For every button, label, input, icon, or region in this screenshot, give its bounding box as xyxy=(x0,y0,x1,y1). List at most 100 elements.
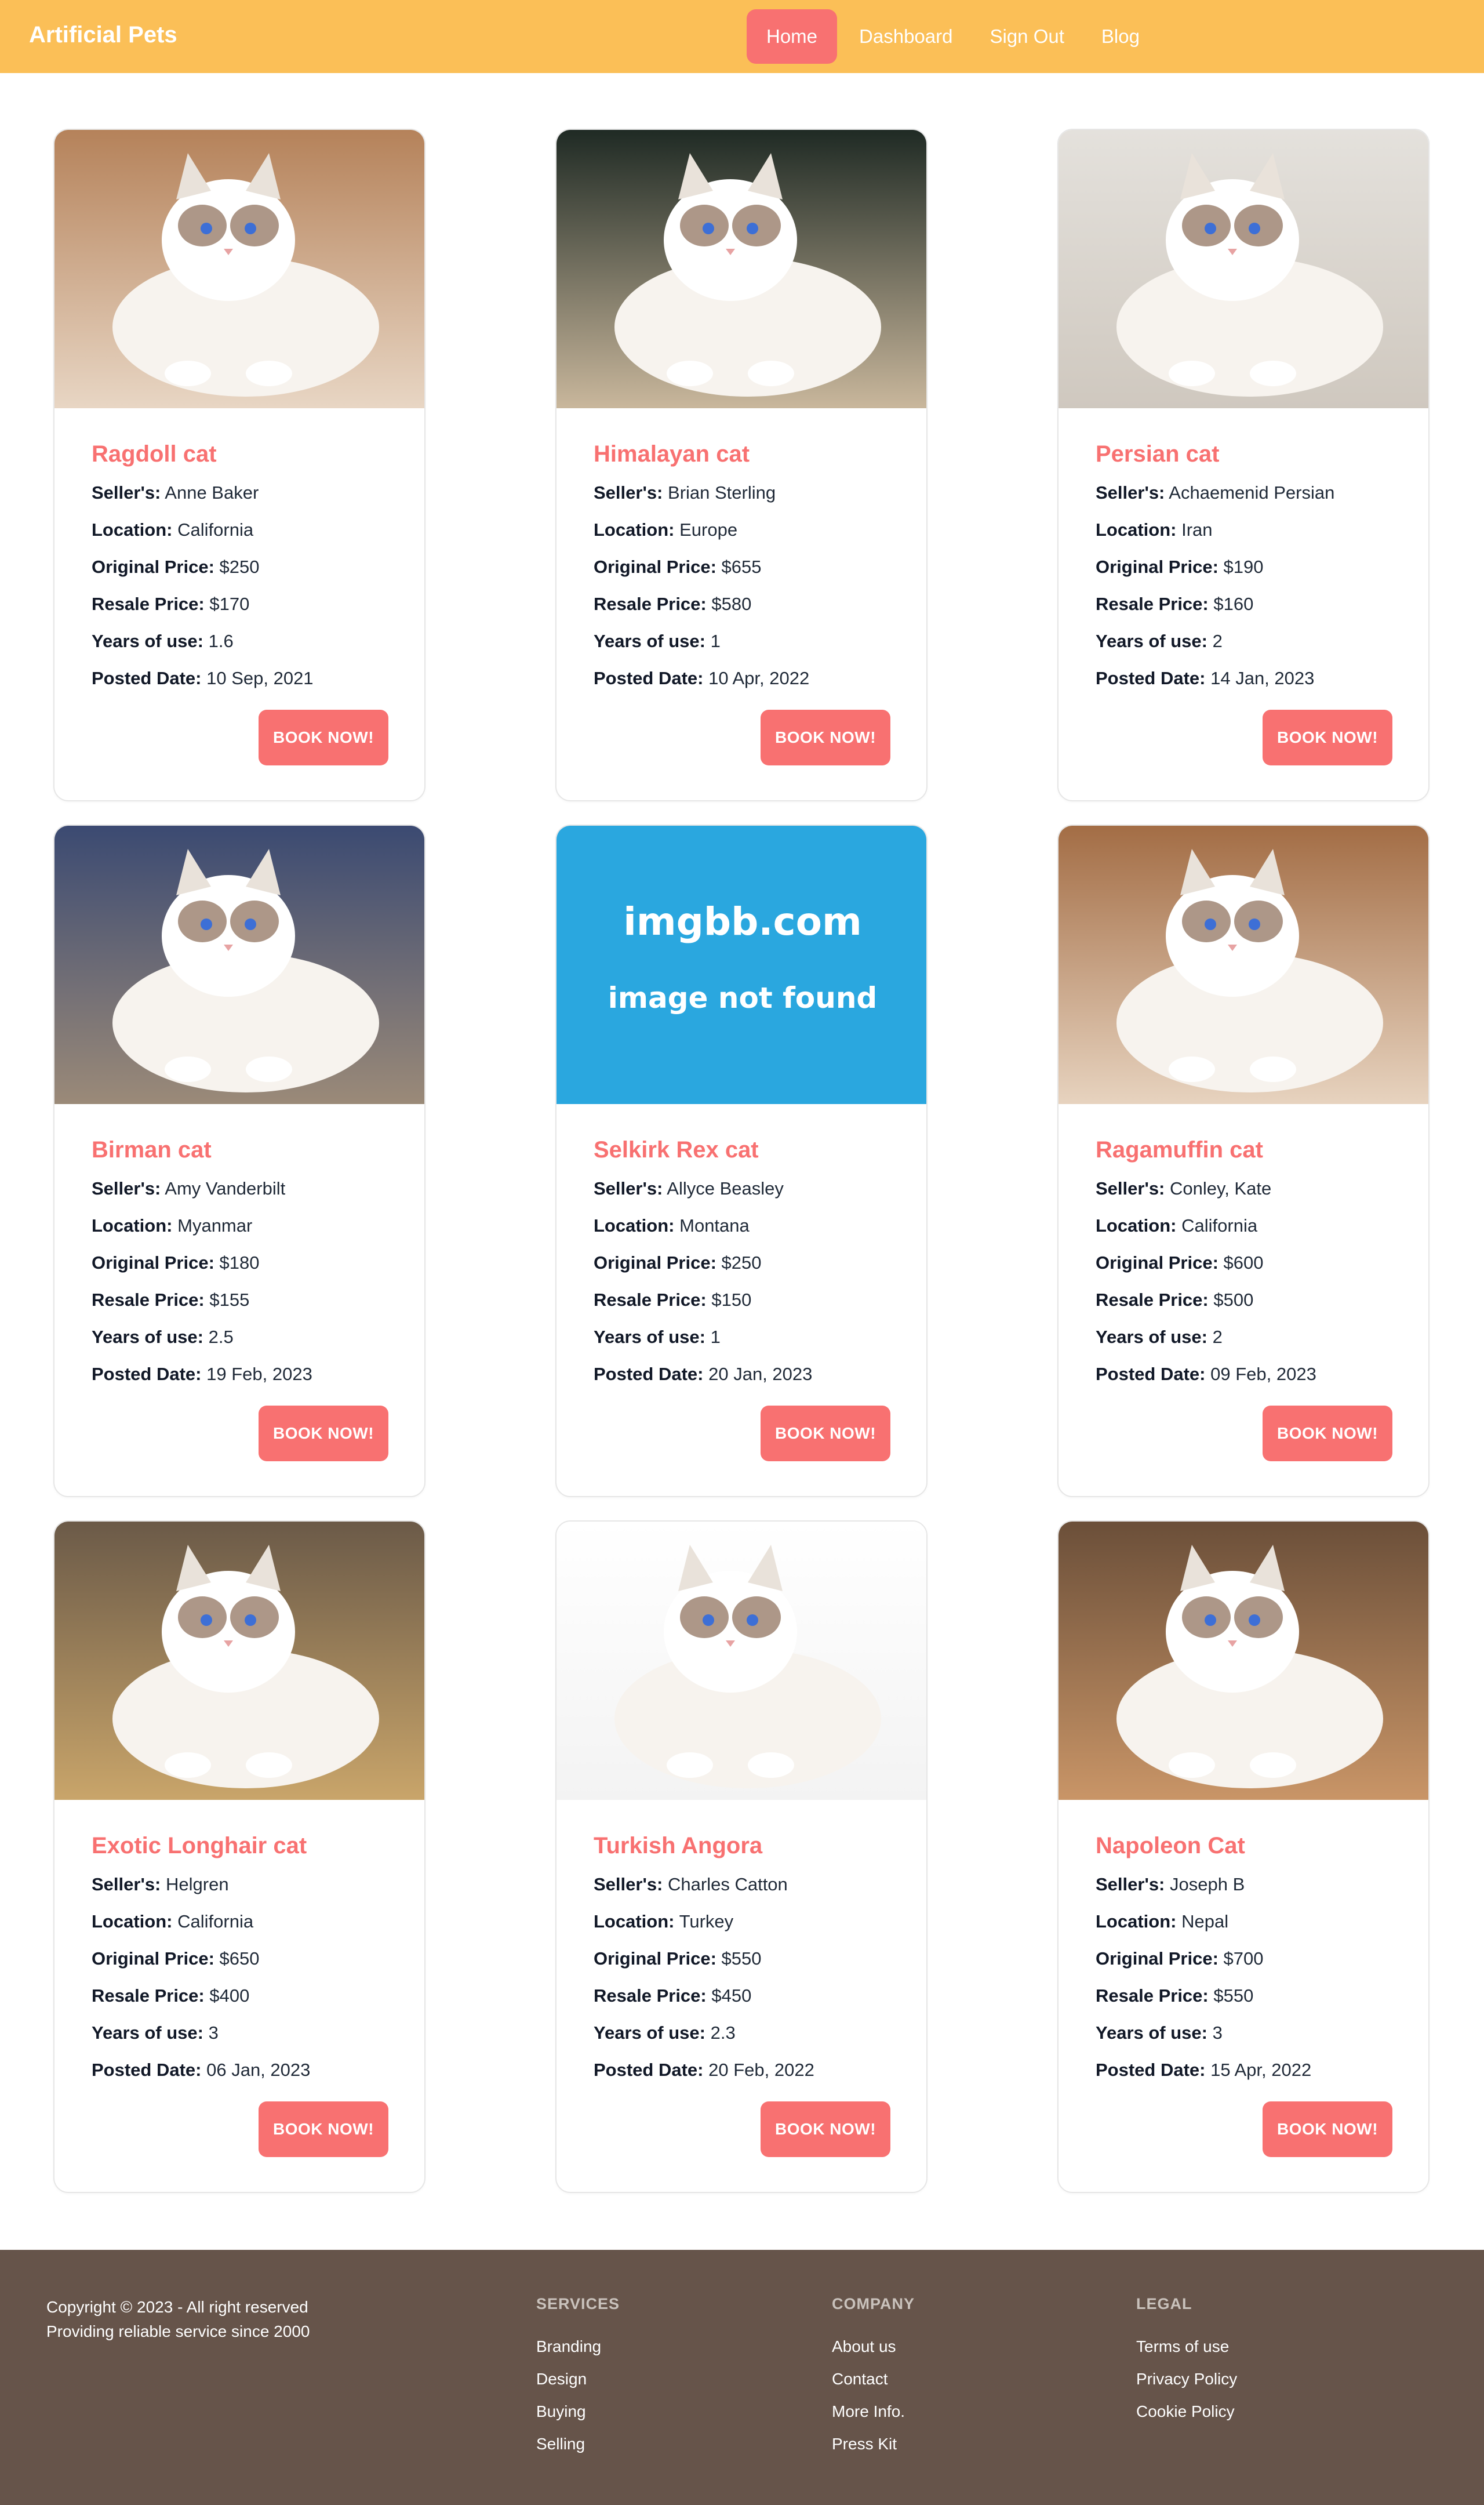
nav-blog[interactable]: Blog xyxy=(1083,9,1158,64)
book-now-button[interactable]: BOOK NOW! xyxy=(761,1406,890,1461)
original-price-row-label: Original Price: xyxy=(1096,1252,1219,1273)
resale-price-row: Resale Price: $550 xyxy=(1096,1977,1409,2014)
book-now-button[interactable]: BOOK NOW! xyxy=(259,2101,388,2157)
posted-date-row: Posted Date: 19 Feb, 2023 xyxy=(92,1356,405,1393)
product-card: Napoleon Cat Seller's: Joseph B Location: … xyxy=(1057,1520,1430,2193)
resale-price-row-label: Resale Price: xyxy=(1096,1985,1209,2006)
seller-row-label: Seller's: xyxy=(92,1178,161,1199)
years-row-label: Years of use: xyxy=(1096,631,1207,651)
posted-date-row: Posted Date: 09 Feb, 2023 xyxy=(1096,1356,1409,1393)
services-heading: SERVICES xyxy=(536,2295,620,2312)
resale-price-row-value: $155 xyxy=(209,1290,250,1310)
book-now-button[interactable]: BOOK NOW! xyxy=(259,710,388,765)
original-price-row-value: $550 xyxy=(721,1948,762,1969)
nav-home[interactable]: Home xyxy=(747,9,838,64)
resale-price-row-value: $170 xyxy=(209,594,250,614)
resale-price-row-label: Resale Price: xyxy=(1096,1290,1209,1310)
resale-price-row: Resale Price: $170 xyxy=(92,586,405,623)
resale-price-row-label: Resale Price: xyxy=(594,1985,707,2006)
posted-date-row: Posted Date: 10 Apr, 2022 xyxy=(594,660,907,697)
nav-dashboard[interactable]: Dashboard xyxy=(841,9,971,64)
posted-date-row-value: 20 Jan, 2023 xyxy=(708,1364,813,1384)
original-price-row-value: $655 xyxy=(721,557,762,577)
original-price-row-value: $250 xyxy=(721,1252,762,1273)
years-row-label: Years of use: xyxy=(1096,1327,1207,1347)
posted-date-row: Posted Date: 14 Jan, 2023 xyxy=(1096,660,1409,697)
footer-link-design[interactable]: Design xyxy=(536,2363,620,2395)
original-price-row-label: Original Price: xyxy=(594,1252,716,1273)
years-row: Years of use: 2 xyxy=(1096,1319,1409,1356)
footer-company: COMPANY About us Contact More Info. Pres… xyxy=(832,2295,915,2460)
location-row: Location: Nepal xyxy=(1096,1903,1409,1940)
posted-date-row-label: Posted Date: xyxy=(594,1364,704,1384)
posted-date-row-label: Posted Date: xyxy=(92,668,202,688)
cat-photo xyxy=(54,1522,424,1800)
book-now-button[interactable]: BOOK NOW! xyxy=(1263,2101,1392,2157)
years-row: Years of use: 2.5 xyxy=(92,1319,405,1356)
location-row-value: California xyxy=(177,520,254,540)
product-card: Turkish Angora Seller's: Charles Catton Lo… xyxy=(555,1520,928,2193)
posted-date-row-label: Posted Date: xyxy=(594,668,704,688)
years-row: Years of use: 2.3 xyxy=(594,2014,907,2052)
company-heading: COMPANY xyxy=(832,2295,915,2312)
product-card: Ragamuffin cat Seller's: Conley, Kate Loca… xyxy=(1057,825,1430,1497)
nav-links: Home Dashboard Sign Out Blog xyxy=(747,8,1158,65)
resale-price-row: Resale Price: $450 xyxy=(594,1977,907,2014)
footer-link-more-info[interactable]: More Info. xyxy=(832,2395,915,2428)
posted-date-row-value: 10 Sep, 2021 xyxy=(206,668,314,688)
location-row-value: Montana xyxy=(679,1215,750,1236)
footer-link-cookie[interactable]: Cookie Policy xyxy=(1136,2395,1237,2428)
footer-link-press-kit[interactable]: Press Kit xyxy=(832,2428,915,2460)
posted-date-row-label: Posted Date: xyxy=(92,2060,202,2080)
book-now-button[interactable]: BOOK NOW! xyxy=(259,1406,388,1461)
posted-date-row-label: Posted Date: xyxy=(594,2060,704,2080)
footer-link-buying[interactable]: Buying xyxy=(536,2395,620,2428)
footer-link-privacy[interactable]: Privacy Policy xyxy=(1136,2363,1237,2395)
original-price-row: Original Price: $250 xyxy=(594,1244,907,1281)
resale-price-row-value: $500 xyxy=(1213,1290,1254,1310)
location-row-value: Turkey xyxy=(679,1911,734,1932)
footer-link-contact[interactable]: Contact xyxy=(832,2363,915,2395)
posted-date-row-value: 15 Apr, 2022 xyxy=(1210,2060,1312,2080)
years-row-value: 3 xyxy=(208,2023,219,2043)
card-body: Selkirk Rex cat Seller's: Allyce Beasley L… xyxy=(594,1130,907,1393)
seller-row-value: Achaemenid Persian xyxy=(1169,482,1335,503)
resale-price-row-value: $160 xyxy=(1213,594,1254,614)
years-row: Years of use: 3 xyxy=(1096,2014,1409,2052)
nav-sign-out[interactable]: Sign Out xyxy=(971,9,1082,64)
posted-date-row-label: Posted Date: xyxy=(1096,668,1206,688)
brand-logo[interactable]: Artificial Pets xyxy=(29,22,177,48)
cat-photo xyxy=(1059,826,1428,1104)
location-row-label: Location: xyxy=(594,1215,675,1236)
location-row: Location: Iran xyxy=(1096,511,1409,549)
footer-link-branding[interactable]: Branding xyxy=(536,2330,620,2363)
posted-date-row-value: 09 Feb, 2023 xyxy=(1210,1364,1316,1384)
product-card: Ragdoll cat Seller's: Anne Baker Location:… xyxy=(53,129,425,801)
seller-row: Seller's: Achaemenid Persian xyxy=(1096,474,1409,511)
location-row-label: Location: xyxy=(594,1911,675,1932)
footer-link-selling[interactable]: Selling xyxy=(536,2428,620,2460)
product-card: Persian cat Seller's: Achaemenid Persian L… xyxy=(1057,129,1430,801)
book-now-button[interactable]: BOOK NOW! xyxy=(1263,1406,1392,1461)
years-row-value: 1 xyxy=(710,1327,721,1347)
cat-photo xyxy=(1059,130,1428,408)
original-price-row: Original Price: $190 xyxy=(1096,549,1409,586)
seller-row-value: Joseph B xyxy=(1170,1874,1245,1894)
years-row-label: Years of use: xyxy=(594,631,705,651)
location-row-value: California xyxy=(1181,1215,1258,1236)
product-title: Ragdoll cat xyxy=(92,441,217,467)
book-now-button[interactable]: BOOK NOW! xyxy=(761,2101,890,2157)
product-card: Birman cat Seller's: Amy Vanderbilt Locati… xyxy=(53,825,425,1497)
footer-link-terms[interactable]: Terms of use xyxy=(1136,2330,1237,2363)
footer: Copyright © 2023 - All right reserved Pr… xyxy=(0,2250,1484,2505)
location-row-value: Nepal xyxy=(1181,1911,1229,1932)
book-now-button[interactable]: BOOK NOW! xyxy=(1263,710,1392,765)
tagline-text: Providing reliable service since 2000 xyxy=(46,2322,310,2340)
footer-link-about[interactable]: About us xyxy=(832,2330,915,2363)
location-row: Location: Turkey xyxy=(594,1903,907,1940)
book-now-button[interactable]: BOOK NOW! xyxy=(761,710,890,765)
original-price-row-value: $180 xyxy=(219,1252,260,1273)
location-row-value: Myanmar xyxy=(177,1215,253,1236)
product-title: Napoleon Cat xyxy=(1096,1833,1245,1858)
original-price-row-label: Original Price: xyxy=(92,1948,214,1969)
